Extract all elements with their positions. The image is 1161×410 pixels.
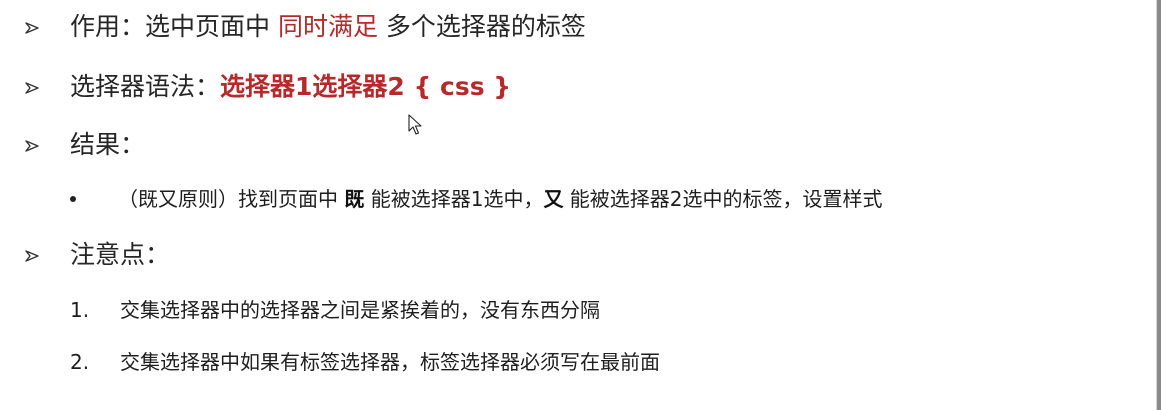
mouse-pointer-icon <box>408 114 422 135</box>
purpose-suffix: 多个选择器的标签 <box>377 12 586 41</box>
syntax-line: 选择器语法：选择器1选择器2 { css } <box>70 72 511 102</box>
chevron-right-arrow-icon <box>25 140 39 152</box>
note-number: 1. <box>70 298 90 322</box>
note-number: 2. <box>70 350 90 374</box>
syntax-code: 选择器1选择器2 { css } <box>220 72 512 101</box>
note-text: 交集选择器中的选择器之间是紧挨着的，没有东西分隔 <box>120 298 600 322</box>
result-detail: （既又原则）找到页面中 既 能被选择器1选中，又 能被选择器2选中的标签，设置样… <box>118 186 883 212</box>
purpose-line: 作用：选中页面中 同时满足 多个选择器的标签 <box>70 12 586 42</box>
chevron-right-arrow-icon <box>25 250 39 262</box>
window-border <box>1157 0 1161 410</box>
result-detail-part3: 能被选择器2选中的标签，设置样式 <box>563 187 883 211</box>
purpose-highlight: 同时满足 <box>277 12 378 41</box>
syntax-label: 选择器语法： <box>70 72 221 101</box>
result-detail-strong2: 又 <box>543 187 564 211</box>
chevron-right-arrow-icon <box>25 22 39 34</box>
chevron-right-arrow-icon <box>25 82 39 94</box>
purpose-prefix: 作用：选中页面中 <box>70 12 278 41</box>
result-detail-strong1: 既 <box>344 187 365 211</box>
notes-label: 注意点： <box>70 240 171 269</box>
result-detail-part1: （既又原则）找到页面中 <box>118 187 345 211</box>
note-text: 交集选择器中如果有标签选择器，标签选择器必须写在最前面 <box>120 350 660 374</box>
result-detail-part2: 能被选择器1选中， <box>364 187 544 211</box>
result-label: 结果： <box>70 130 146 159</box>
bullet-dot-icon <box>70 196 76 202</box>
